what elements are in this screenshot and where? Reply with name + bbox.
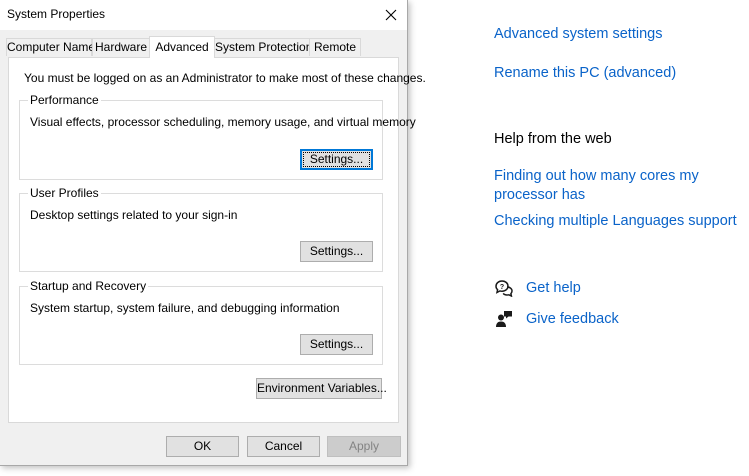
dialog-title: System Properties bbox=[7, 7, 106, 21]
tab-computer-name[interactable]: Computer Name bbox=[6, 38, 95, 56]
tab-remote[interactable]: Remote bbox=[309, 38, 361, 56]
svg-text:?: ? bbox=[500, 284, 504, 291]
ok-button[interactable]: OK bbox=[166, 436, 239, 457]
startup-recovery-title: Startup and Recovery bbox=[28, 279, 149, 293]
tab-hardware[interactable]: Hardware bbox=[92, 38, 150, 56]
help-link-languages[interactable]: Checking multiple Languages support bbox=[494, 212, 737, 231]
help-from-web-heading: Help from the web bbox=[494, 131, 612, 147]
user-profiles-group: User Profiles Desktop settings related t… bbox=[19, 186, 383, 272]
rename-pc-advanced-link[interactable]: Rename this PC (advanced) bbox=[494, 64, 676, 83]
close-icon bbox=[385, 9, 397, 21]
user-profiles-description: Desktop settings related to your sign-in bbox=[30, 208, 238, 222]
close-button[interactable] bbox=[375, 0, 407, 30]
settings-side-panel: Advanced system settings Rename this PC … bbox=[410, 0, 749, 476]
advanced-tab-panel: You must be logged on as an Administrato… bbox=[8, 57, 426, 423]
get-help-link[interactable]: Get help bbox=[526, 280, 581, 296]
focus-ring bbox=[303, 152, 370, 167]
environment-variables-button[interactable]: Environment Variables... bbox=[256, 378, 387, 399]
startup-recovery-group: Startup and Recovery System startup, sys… bbox=[19, 279, 383, 365]
user-profiles-settings-button[interactable]: Settings... bbox=[300, 241, 373, 262]
cancel-button[interactable]: Cancel bbox=[247, 436, 320, 457]
performance-group: Performance Visual effects, processor sc… bbox=[19, 93, 416, 180]
performance-description: Visual effects, processor scheduling, me… bbox=[30, 115, 416, 129]
give-feedback-row[interactable]: Give feedback bbox=[494, 309, 619, 329]
chat-help-icon: ? bbox=[494, 278, 514, 298]
tab-advanced[interactable]: Advanced bbox=[149, 36, 215, 58]
admin-note: You must be logged on as an Administrato… bbox=[24, 71, 426, 85]
get-help-row[interactable]: ? Get help bbox=[494, 278, 581, 298]
feedback-person-icon bbox=[494, 309, 514, 329]
performance-settings-button[interactable]: Settings... bbox=[300, 149, 373, 170]
performance-title: Performance bbox=[28, 93, 101, 107]
help-link-cores[interactable]: Finding out how many cores my processor … bbox=[494, 167, 734, 205]
dialog-titlebar[interactable]: System Properties bbox=[0, 0, 407, 30]
user-profiles-title: User Profiles bbox=[28, 186, 101, 200]
give-feedback-link[interactable]: Give feedback bbox=[526, 311, 619, 327]
advanced-system-settings-link[interactable]: Advanced system settings bbox=[494, 25, 662, 44]
tab-system-protection[interactable]: System Protection bbox=[214, 38, 312, 56]
apply-button[interactable]: Apply bbox=[327, 436, 401, 457]
system-properties-dialog: System Properties Computer Name Hardware… bbox=[0, 0, 426, 466]
startup-recovery-description: System startup, system failure, and debu… bbox=[30, 301, 340, 315]
startup-recovery-settings-button[interactable]: Settings... bbox=[300, 334, 373, 355]
